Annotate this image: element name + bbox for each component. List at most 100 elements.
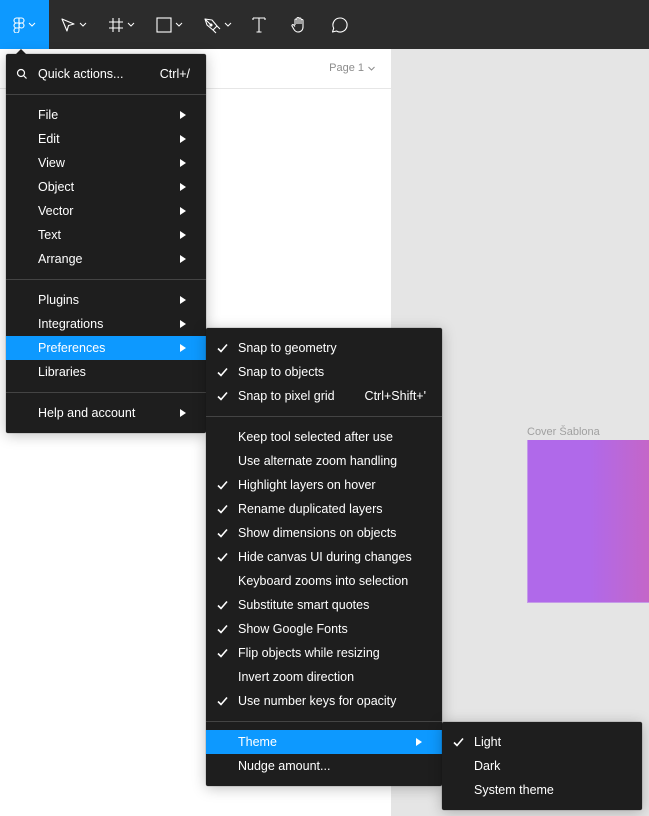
menu-item-label: Light bbox=[474, 735, 502, 749]
menu-separator bbox=[206, 721, 442, 722]
checkmark-icon bbox=[217, 552, 228, 562]
menu-item-plugins[interactable]: Plugins bbox=[6, 288, 206, 312]
pref-flip-objects-while-resizing[interactable]: Flip objects while resizing bbox=[206, 641, 442, 665]
rectangle-icon bbox=[155, 16, 172, 33]
pref-keyboard-zooms-into-selection[interactable]: Keyboard zooms into selection bbox=[206, 569, 442, 593]
menu-item-label: Show dimensions on objects bbox=[238, 526, 397, 540]
menu-item-preferences[interactable]: Preferences bbox=[6, 336, 206, 360]
menu-item-label: Nudge amount... bbox=[238, 759, 331, 773]
menu-item-label: Invert zoom direction bbox=[238, 670, 355, 684]
frame-label[interactable]: Cover Šablona bbox=[527, 426, 600, 438]
toolbar bbox=[0, 0, 649, 49]
menu-item-label: Highlight layers on hover bbox=[238, 478, 376, 492]
pref-number-keys-for-opacity[interactable]: Use number keys for opacity bbox=[206, 689, 442, 713]
page-selector[interactable]: Page 1 bbox=[329, 62, 375, 74]
submenu-arrow-icon bbox=[180, 183, 186, 191]
submenu-arrow-icon bbox=[180, 135, 186, 143]
menu-item-arrange[interactable]: Arrange bbox=[6, 247, 206, 271]
pref-snap-to-pixel-grid[interactable]: Snap to pixel grid Ctrl+Shift+' bbox=[206, 384, 442, 408]
frame-tool-button[interactable] bbox=[97, 0, 145, 49]
frame-hash-icon bbox=[108, 17, 123, 32]
pref-substitute-smart-quotes[interactable]: Substitute smart quotes bbox=[206, 593, 442, 617]
pref-rename-duplicated-layers[interactable]: Rename duplicated layers bbox=[206, 497, 442, 521]
checkmark-icon bbox=[217, 343, 228, 353]
menu-item-help-and-account[interactable]: Help and account bbox=[6, 401, 206, 425]
cover-frame[interactable] bbox=[527, 440, 649, 603]
checkmark-icon bbox=[217, 600, 228, 610]
hand-tool-button[interactable] bbox=[277, 0, 321, 49]
menu-item-label: Snap to geometry bbox=[238, 341, 337, 355]
menu-item-label: Rename duplicated layers bbox=[238, 502, 383, 516]
theme-light[interactable]: Light bbox=[442, 730, 642, 754]
theme-dark[interactable]: Dark bbox=[442, 754, 642, 778]
chevron-down-icon bbox=[79, 22, 86, 27]
submenu-arrow-icon bbox=[180, 159, 186, 167]
pref-keep-tool-selected[interactable]: Keep tool selected after use bbox=[206, 425, 442, 449]
menu-item-integrations[interactable]: Integrations bbox=[6, 312, 206, 336]
pref-alternate-zoom-handling[interactable]: Use alternate zoom handling bbox=[206, 449, 442, 473]
submenu-arrow-icon bbox=[180, 344, 186, 352]
checkmark-icon bbox=[217, 391, 228, 401]
theme-system[interactable]: System theme bbox=[442, 778, 642, 802]
chevron-down-icon bbox=[224, 22, 231, 27]
menu-item-edit[interactable]: Edit bbox=[6, 127, 206, 151]
menu-item-label: Use number keys for opacity bbox=[238, 694, 397, 708]
text-tool-button[interactable] bbox=[241, 0, 277, 49]
menu-item-object[interactable]: Object bbox=[6, 175, 206, 199]
checkmark-icon bbox=[453, 737, 464, 747]
main-menu: Quick actions... Ctrl+/ File Edit View O… bbox=[6, 54, 206, 433]
comment-bubble-icon bbox=[331, 16, 348, 33]
menu-item-vector[interactable]: Vector bbox=[6, 199, 206, 223]
comment-tool-button[interactable] bbox=[321, 0, 359, 49]
submenu-arrow-icon bbox=[416, 738, 422, 746]
menu-separator bbox=[206, 416, 442, 417]
quick-actions-shortcut: Ctrl+/ bbox=[159, 67, 190, 81]
menu-item-shortcut: Ctrl+Shift+' bbox=[364, 389, 426, 403]
figma-logo-icon bbox=[13, 16, 25, 33]
submenu-arrow-icon bbox=[180, 231, 186, 239]
pref-snap-to-objects[interactable]: Snap to objects bbox=[206, 360, 442, 384]
text-t-icon bbox=[252, 16, 266, 33]
pref-show-dimensions[interactable]: Show dimensions on objects bbox=[206, 521, 442, 545]
quick-actions-item[interactable]: Quick actions... Ctrl+/ bbox=[6, 62, 206, 86]
pref-highlight-layers-on-hover[interactable]: Highlight layers on hover bbox=[206, 473, 442, 497]
pref-show-google-fonts[interactable]: Show Google Fonts bbox=[206, 617, 442, 641]
pref-snap-to-geometry[interactable]: Snap to geometry bbox=[206, 336, 442, 360]
main-menu-button[interactable] bbox=[0, 0, 49, 49]
menu-item-view[interactable]: View bbox=[6, 151, 206, 175]
menu-item-text[interactable]: Text bbox=[6, 223, 206, 247]
move-arrow-icon bbox=[60, 17, 75, 32]
checkmark-icon bbox=[217, 504, 228, 514]
search-icon bbox=[16, 68, 27, 79]
menu-item-label: Hide canvas UI during changes bbox=[238, 550, 412, 564]
menu-item-file[interactable]: File bbox=[6, 103, 206, 127]
page-selector-label: Page 1 bbox=[329, 62, 364, 74]
submenu-arrow-icon bbox=[180, 207, 186, 215]
menu-separator bbox=[6, 279, 206, 280]
move-tool-button[interactable] bbox=[49, 0, 97, 49]
theme-submenu: Light Dark System theme bbox=[442, 722, 642, 810]
pref-hide-canvas-ui[interactable]: Hide canvas UI during changes bbox=[206, 545, 442, 569]
shape-tool-button[interactable] bbox=[145, 0, 193, 49]
submenu-arrow-icon bbox=[180, 409, 186, 417]
submenu-arrow-icon bbox=[180, 111, 186, 119]
menu-item-libraries[interactable]: Libraries bbox=[6, 360, 206, 384]
checkmark-icon bbox=[217, 624, 228, 634]
submenu-arrow-icon bbox=[180, 296, 186, 304]
submenu-arrow-icon bbox=[180, 320, 186, 328]
menu-item-label: Theme bbox=[238, 735, 277, 749]
pen-tool-button[interactable] bbox=[193, 0, 241, 49]
pref-invert-zoom-direction[interactable]: Invert zoom direction bbox=[206, 665, 442, 689]
pref-nudge-amount[interactable]: Nudge amount... bbox=[206, 754, 442, 778]
hand-icon bbox=[291, 16, 304, 33]
pref-theme[interactable]: Theme bbox=[206, 730, 442, 754]
checkmark-icon bbox=[217, 480, 228, 490]
menu-item-label: Keep tool selected after use bbox=[238, 430, 393, 444]
menu-separator bbox=[6, 392, 206, 393]
chevron-down-icon bbox=[28, 22, 36, 27]
chevron-down-icon bbox=[127, 22, 134, 27]
menu-item-label: Dark bbox=[474, 759, 501, 773]
chevron-down-icon bbox=[175, 22, 182, 27]
checkmark-icon bbox=[217, 648, 228, 658]
menu-item-label: Substitute smart quotes bbox=[238, 598, 370, 612]
